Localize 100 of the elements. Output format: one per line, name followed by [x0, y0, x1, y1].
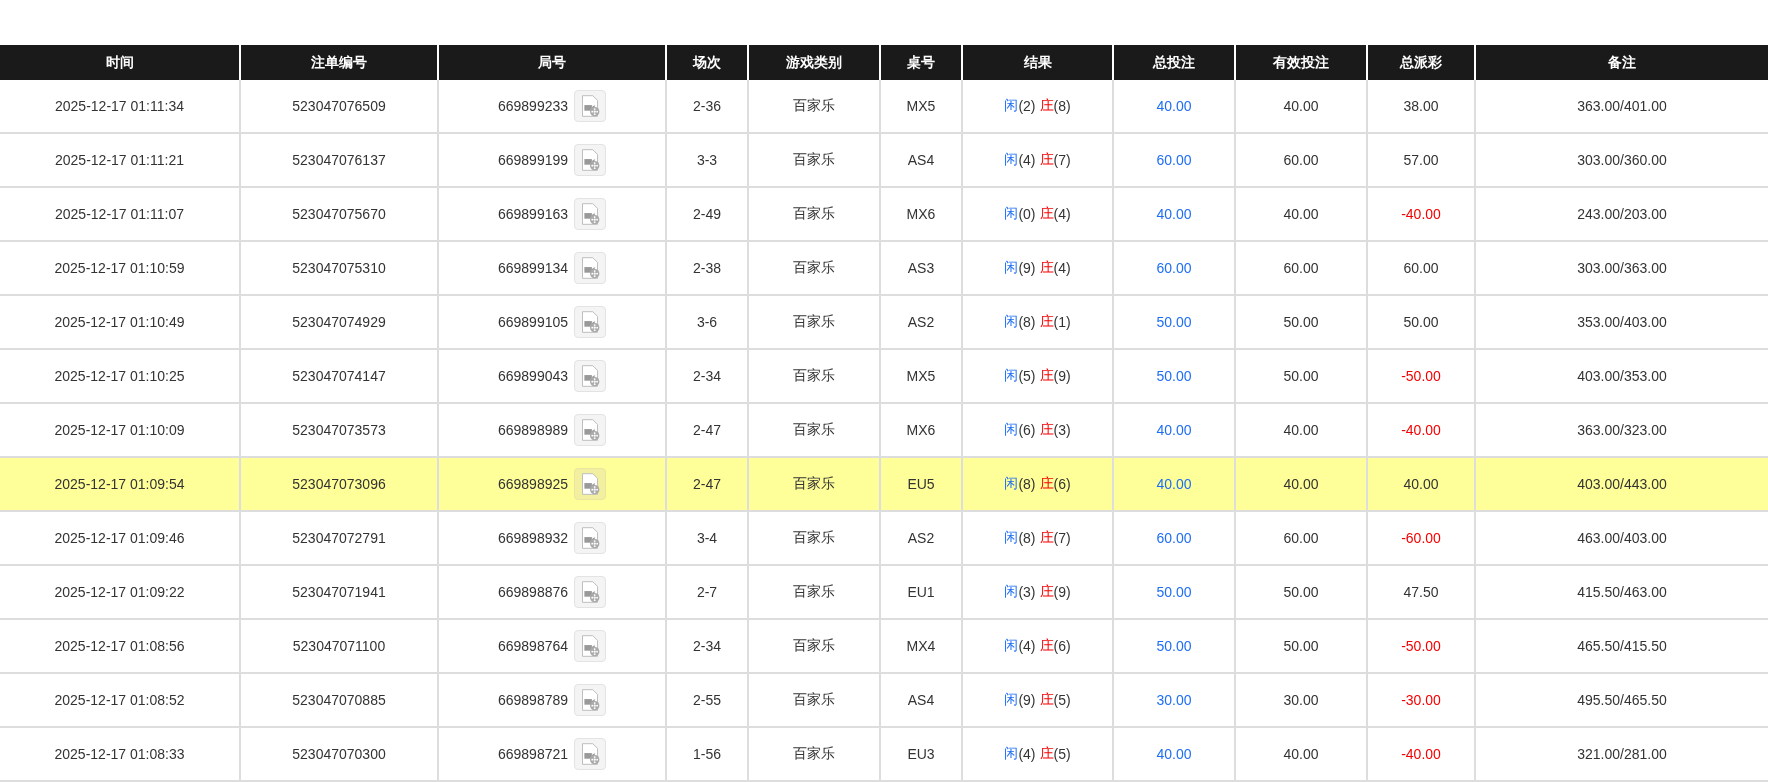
- payout-text: 40.00: [1403, 476, 1439, 492]
- player-score: (4): [1018, 746, 1036, 762]
- video-file-icon[interactable]: [574, 144, 607, 176]
- total-bet-text: 40.00: [1156, 98, 1192, 114]
- shoe-text: 2-47: [693, 476, 721, 492]
- player-score: (9): [1018, 260, 1036, 276]
- bet-id-text: 523047071941: [292, 584, 386, 600]
- time-text: 2025-12-17 01:08:56: [54, 638, 185, 654]
- banker-score: (8): [1053, 98, 1071, 114]
- player-label: 闲: [1004, 97, 1019, 115]
- round-number-text: 669899043: [497, 368, 569, 384]
- valid-bet-text: 40.00: [1283, 746, 1319, 762]
- shoe-text: 3-6: [696, 314, 718, 330]
- player-score: (5): [1018, 368, 1036, 384]
- round-number-text: 669899163: [497, 206, 569, 222]
- table-row[interactable]: 2025-12-17 01:10:59 523047075310 669899134 2-38 百家乐 AS3 闲(9) 庄(4) 60.00 60.00 60.00 303.00/363.00: [0, 242, 1768, 296]
- banker-score: (4): [1053, 260, 1071, 276]
- video-file-icon[interactable]: [574, 630, 607, 662]
- time-text: 2025-12-17 01:09:54: [54, 476, 185, 492]
- valid-bet-text: 50.00: [1283, 314, 1319, 330]
- table-row[interactable]: 2025-12-17 01:08:33 523047070300 669898721 1-56 百家乐 EU3 闲(4) 庄(5) 40.00 40.00 -40.00 321.00/281.00: [0, 728, 1768, 782]
- banker-label: 庄: [1039, 205, 1054, 221]
- bet-id-text: 523047072791: [292, 530, 386, 546]
- bet-id-text: 523047075310: [292, 260, 386, 276]
- valid-bet-text: 50.00: [1283, 638, 1319, 654]
- game-type-text: 百家乐: [793, 421, 835, 439]
- total-bet-text: 40.00: [1156, 422, 1192, 438]
- video-file-icon[interactable]: [574, 306, 607, 338]
- banker-label: 庄: [1039, 313, 1054, 329]
- table-row[interactable]: 2025-12-17 01:09:46 523047072791 669898932 3-4 百家乐 AS2 闲(8) 庄(7) 60.00 60.00 -60.00 463.00/403.00: [0, 512, 1768, 566]
- table-row[interactable]: 2025-12-17 01:10:25 523047074147 669899043 2-34 百家乐 MX5 闲(5) 庄(9) 50.00 50.00 -50.00 403.00/353.00: [0, 350, 1768, 404]
- round-number-text: 669898721: [497, 746, 569, 762]
- video-file-icon[interactable]: [574, 360, 607, 392]
- payout-text: -40.00: [1401, 206, 1441, 222]
- bet-id-text: 523047073096: [292, 476, 386, 492]
- table-code-text: MX6: [906, 422, 936, 438]
- note-text: 415.50/463.00: [1577, 584, 1667, 600]
- table-row[interactable]: 2025-12-17 01:11:34 523047076509 669899233 2-36 百家乐 MX5 闲(2) 庄(8) 40.00 40.00 38.00 363.00/401.00: [0, 80, 1768, 134]
- banker-label: 庄: [1039, 529, 1054, 545]
- table-row[interactable]: 2025-12-17 01:08:56 523047071100 669898764 2-34 百家乐 MX4 闲(4) 庄(6) 50.00 50.00 -50.00 465.50/415.50: [0, 620, 1768, 674]
- table-row[interactable]: 2025-12-17 01:11:07 523047075670 669899163 2-49 百家乐 MX6 闲(0) 庄(4) 40.00 40.00 -40.00 243.00/203.00: [0, 188, 1768, 242]
- video-file-icon[interactable]: [574, 252, 607, 284]
- payout-text: 38.00: [1403, 98, 1439, 114]
- bet-id-text: 523047070300: [292, 746, 386, 762]
- banker-label: 庄: [1039, 367, 1054, 383]
- player-label: 闲: [1004, 529, 1019, 547]
- video-file-icon[interactable]: [574, 738, 607, 770]
- round-number-text: 669898764: [497, 638, 569, 654]
- shoe-text: 2-55: [693, 692, 721, 708]
- player-label: 闲: [1004, 205, 1019, 223]
- time-text: 2025-12-17 01:11:21: [55, 152, 184, 168]
- video-file-icon[interactable]: [574, 684, 607, 716]
- player-score: (2): [1018, 98, 1036, 114]
- shoe-text: 2-34: [693, 368, 721, 384]
- round-number-text: 669898876: [497, 584, 569, 600]
- banker-score: (1): [1053, 314, 1071, 330]
- banker-score: (5): [1053, 746, 1071, 762]
- total-bet-text: 50.00: [1156, 314, 1192, 330]
- round-number-text: 669899105: [497, 314, 569, 330]
- video-file-icon[interactable]: [574, 414, 607, 446]
- video-file-icon[interactable]: [574, 468, 607, 500]
- video-file-icon[interactable]: [574, 90, 607, 122]
- total-bet-text: 40.00: [1156, 746, 1192, 762]
- table-code-text: AS3: [907, 260, 935, 276]
- valid-bet-text: 40.00: [1283, 422, 1319, 438]
- banker-label: 庄: [1039, 691, 1054, 707]
- round-number-text: 669898789: [497, 692, 569, 708]
- game-type-text: 百家乐: [793, 151, 835, 169]
- bet-id-text: 523047070885: [292, 692, 386, 708]
- time-text: 2025-12-17 01:11:34: [55, 98, 184, 114]
- note-text: 363.00/323.00: [1577, 422, 1667, 438]
- table-row[interactable]: 2025-12-17 01:09:22 523047071941 669898876 2-7 百家乐 EU1 闲(3) 庄(9) 50.00 50.00 47.50 415.50/463.00: [0, 566, 1768, 620]
- total-bet-text: 60.00: [1156, 260, 1192, 276]
- table-code-text: EU5: [907, 476, 935, 492]
- table-row[interactable]: 2025-12-17 01:10:09 523047073573 669898989 2-47 百家乐 MX6 闲(6) 庄(3) 40.00 40.00 -40.00 363.00/323.00: [0, 404, 1768, 458]
- valid-bet-text: 30.00: [1283, 692, 1319, 708]
- bet-id-text: 523047071100: [292, 638, 386, 654]
- payout-text: -50.00: [1401, 638, 1441, 654]
- player-score: (0): [1018, 206, 1036, 222]
- table-code-text: AS2: [907, 530, 935, 546]
- table-row[interactable]: 2025-12-17 01:10:49 523047074929 669899105 3-6 百家乐 AS2 闲(8) 庄(1) 50.00 50.00 50.00 353.00/403.00: [0, 296, 1768, 350]
- video-file-icon[interactable]: [574, 522, 607, 554]
- game-type-text: 百家乐: [793, 583, 835, 601]
- banker-label: 庄: [1039, 421, 1054, 437]
- table-row[interactable]: 2025-12-17 01:08:52 523047070885 669898789 2-55 百家乐 AS4 闲(9) 庄(5) 30.00 30.00 -30.00 495.50/465.50: [0, 674, 1768, 728]
- time-text: 2025-12-17 01:10:09: [54, 422, 185, 438]
- video-file-icon[interactable]: [574, 576, 607, 608]
- table-code-text: MX5: [906, 368, 936, 384]
- time-text: 2025-12-17 01:09:22: [54, 584, 185, 600]
- table-code-text: MX4: [906, 638, 936, 654]
- shoe-text: 2-49: [693, 206, 721, 222]
- table-row[interactable]: 2025-12-17 01:09:54 523047073096 669898925 2-47 百家乐 EU5 闲(8) 庄(6) 40.00 40.00 40.00 403.00/443.00: [0, 458, 1768, 512]
- player-label: 闲: [1004, 259, 1019, 277]
- banker-label: 庄: [1039, 583, 1054, 599]
- table-row[interactable]: 2025-12-17 01:11:21 523047076137 669899199 3-3 百家乐 AS4 闲(4) 庄(7) 60.00 60.00 57.00 303.00/360.00: [0, 134, 1768, 188]
- video-file-icon[interactable]: [574, 198, 607, 230]
- note-text: 303.00/360.00: [1577, 152, 1667, 168]
- bet-id-text: 523047076137: [292, 152, 386, 168]
- round-number-text: 669898932: [497, 530, 569, 546]
- note-text: 463.00/403.00: [1577, 530, 1667, 546]
